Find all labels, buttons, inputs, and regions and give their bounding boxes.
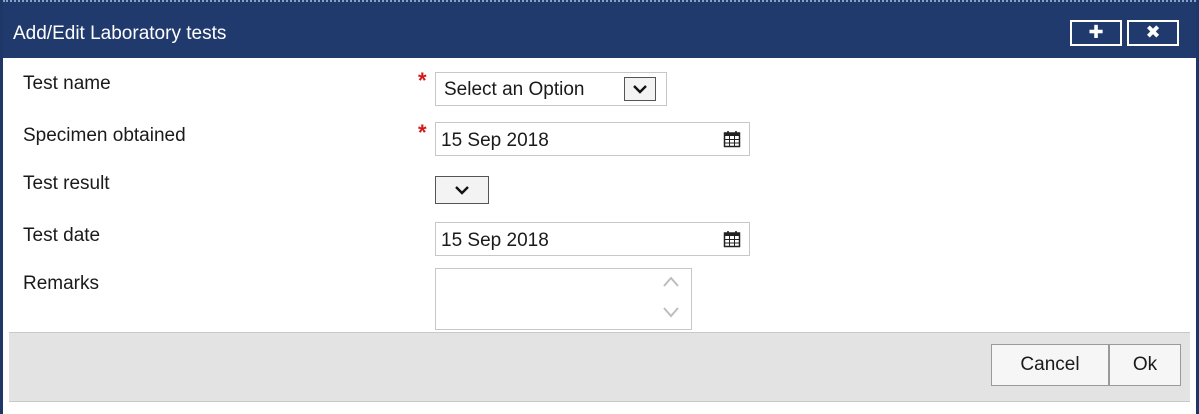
calendar-icon[interactable] <box>723 130 741 148</box>
chevron-down-icon <box>455 186 469 195</box>
plus-icon: ✚ <box>1088 22 1104 43</box>
scroll-down-icon[interactable] <box>661 305 681 319</box>
calendar-icon[interactable] <box>723 230 741 248</box>
test-result-label: Test result <box>23 173 110 194</box>
close-icon: ✖ <box>1145 22 1161 43</box>
add-edit-lab-tests-dialog: Add/Edit Laboratory tests ✚ ✖ Test name … <box>0 0 1199 414</box>
test-date-value: 15 Sep 2018 <box>441 230 549 251</box>
close-button[interactable]: ✖ <box>1127 20 1179 46</box>
test-name-label: Test name <box>23 73 111 94</box>
dialog-title: Add/Edit Laboratory tests <box>13 23 227 44</box>
dialog-footer: Cancel Ok <box>9 332 1190 402</box>
test-date-field[interactable]: 15 Sep 2018 <box>435 222 750 256</box>
test-date-label: Test date <box>23 225 101 246</box>
required-marker: * <box>418 120 427 145</box>
remarks-textarea[interactable] <box>435 268 692 330</box>
test-name-select[interactable]: Select an Option <box>435 72 667 106</box>
test-name-dropdown-button[interactable] <box>624 77 656 101</box>
add-button[interactable]: ✚ <box>1070 20 1122 46</box>
test-name-value: Select an Option <box>444 79 585 100</box>
specimen-obtained-date-field[interactable]: 15 Sep 2018 <box>435 122 750 156</box>
remarks-label: Remarks <box>23 273 100 294</box>
specimen-obtained-value: 15 Sep 2018 <box>441 130 549 151</box>
specimen-obtained-label: Specimen obtained <box>23 125 186 146</box>
cancel-button[interactable]: Cancel <box>991 344 1109 386</box>
ok-button[interactable]: Ok <box>1109 344 1181 386</box>
scroll-up-icon[interactable] <box>661 275 681 289</box>
required-marker: * <box>418 68 427 93</box>
chevron-down-icon <box>633 85 647 94</box>
test-result-dropdown-button[interactable] <box>435 176 489 204</box>
test-result-select[interactable] <box>435 172 489 206</box>
dialog-titlebar: Add/Edit Laboratory tests ✚ ✖ <box>3 0 1196 58</box>
